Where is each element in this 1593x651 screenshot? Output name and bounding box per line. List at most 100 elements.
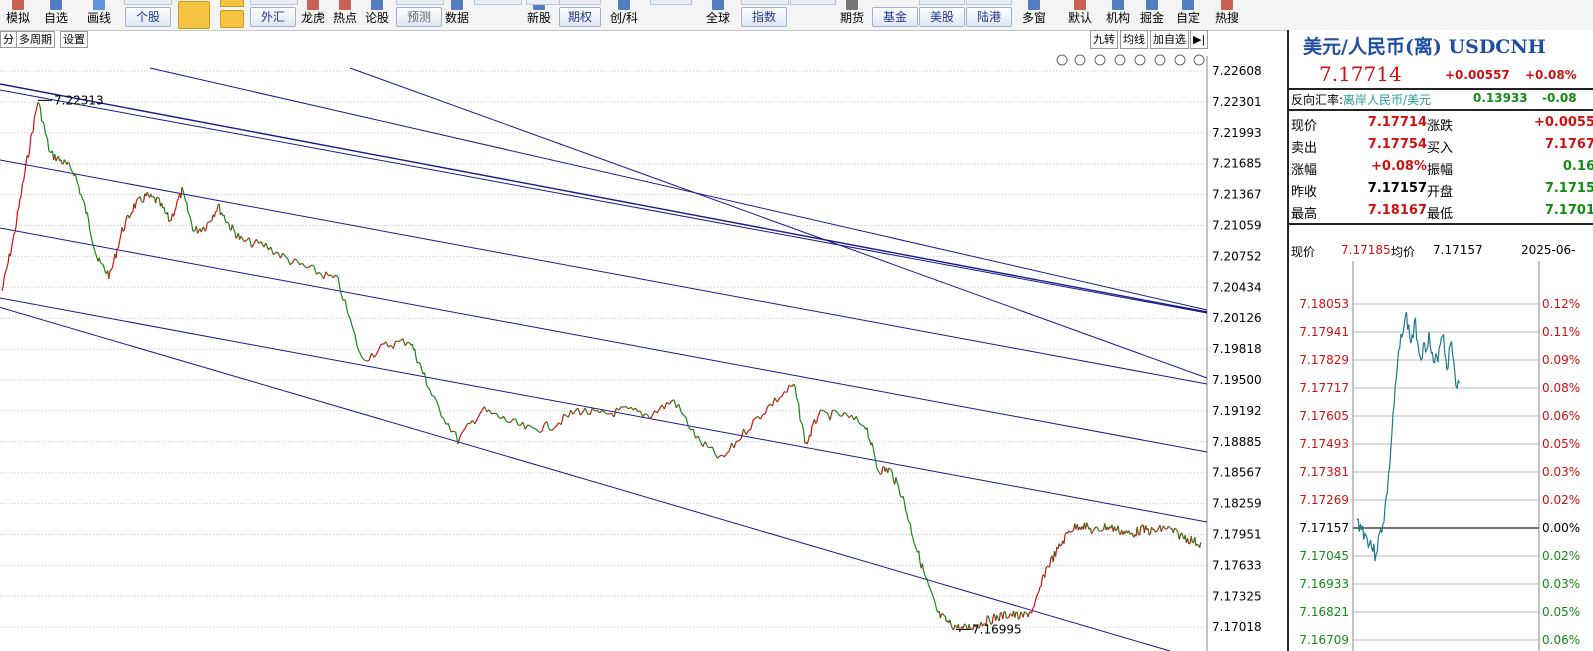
price-chart[interactable]: 7.22608 7.22301 7.21993 7.21685 7.21367 7.210… — [0, 48, 1285, 651]
intraday-mini-chart[interactable]: 7.18053 0.12% 7.17941 0.11% 7.17829 0.09% 7.17… — [1289, 261, 1593, 651]
price-tick — [642, 413, 646, 418]
toolbar-label: 热点 — [332, 11, 357, 25]
toolbar-data-button[interactable]: 数据 — [441, 0, 473, 30]
toolbar-watchlist-button[interactable]: 自选 — [40, 0, 72, 30]
price-tick — [325, 271, 329, 277]
toolbar-zhishu-button[interactable]: 指数 — [741, 7, 787, 27]
toolbar-qiquan-button[interactable]: 期权 — [559, 7, 601, 27]
toolbar-draw-line-button[interactable]: 画线 — [83, 0, 115, 30]
price-tick — [942, 613, 945, 616]
price-tick — [1059, 544, 1063, 547]
toolbar-hotspot-button[interactable]: 热点 — [329, 0, 361, 30]
reverse-rate-name[interactable]: 离岸人民币/美元 — [1343, 93, 1431, 107]
price-tick — [335, 274, 339, 278]
channel-line[interactable] — [349, 67, 1208, 379]
price-tick — [139, 196, 142, 201]
price-tick — [755, 415, 759, 419]
price-tick — [128, 215, 131, 219]
price-tick — [577, 407, 581, 416]
price-tick — [932, 596, 935, 601]
add-watchlist-button[interactable]: 加自选 — [1150, 30, 1189, 49]
price-tick — [779, 395, 783, 399]
channel-line[interactable] — [0, 278, 1171, 651]
price-tick — [17, 207, 20, 212]
back-arrow-icon[interactable] — [178, 1, 210, 29]
price-tick — [759, 414, 764, 420]
pen-icon[interactable] — [1074, 54, 1086, 66]
toolbar-futures-button[interactable]: 期货 — [836, 0, 868, 30]
price-tick — [163, 207, 166, 213]
price-tick — [135, 198, 139, 202]
price-tick — [375, 348, 380, 355]
tab-multi-period[interactable]: 多周期 — [16, 31, 55, 48]
price-tick — [921, 563, 925, 572]
price-tick — [142, 201, 144, 203]
mini-pct-label: 0.08% — [1542, 381, 1580, 395]
down-arrow-icon[interactable] — [220, 10, 244, 28]
toolbar-lugang-button[interactable]: 陆港 — [966, 7, 1012, 27]
mini-pct-label: 0.03% — [1542, 577, 1580, 591]
price-tick — [415, 357, 418, 364]
toolbar-globe-button[interactable]: 全球 — [702, 0, 734, 30]
toolbar-default-button[interactable]: 默认 — [1064, 0, 1096, 30]
toolbar-waihui-button[interactable]: 外汇 — [250, 7, 296, 27]
toolbar-gegu-button[interactable]: 个股 — [125, 7, 171, 27]
lock-icon[interactable] — [1114, 54, 1126, 66]
price-tick — [987, 616, 991, 622]
toolbar-dragon-tiger-button[interactable]: 龙虎 — [297, 0, 329, 30]
price-tick — [296, 260, 301, 265]
mini-pct-label: 0.05% — [1542, 437, 1580, 451]
chart-canvas[interactable]: 7.22608 7.22301 7.21993 7.21685 7.21367 7.210… — [0, 48, 1285, 651]
channel-line[interactable] — [0, 89, 1208, 314]
zoom-in-icon[interactable] — [1174, 54, 1186, 66]
toolbar-discussion-button[interactable]: 论股 — [361, 0, 393, 30]
price-tick — [216, 205, 219, 212]
price-tick — [223, 214, 226, 221]
toolbar-jijin-button[interactable]: 基金 — [872, 7, 918, 27]
toolbar-simulate-button[interactable]: 模拟 — [2, 0, 34, 30]
toolbar-label: 龙虎 — [300, 11, 325, 25]
price-tick — [728, 442, 733, 452]
price-tick — [233, 228, 236, 232]
price-tick — [536, 429, 541, 434]
toolbar-institution-button[interactable]: 机构 — [1102, 0, 1134, 30]
zoom-out-icon[interactable] — [1193, 54, 1205, 66]
toolbar-yuce-button[interactable]: 预测 — [396, 7, 442, 27]
price-tick — [6, 263, 9, 269]
hand-icon[interactable] — [1134, 54, 1146, 66]
up-arrow-icon[interactable] — [220, 0, 244, 7]
price-tick — [1002, 611, 1005, 619]
toolbar-gold-button[interactable]: 掘金 — [1136, 0, 1168, 30]
toolbar-label: 数据 — [444, 11, 469, 25]
price-tick — [402, 338, 406, 346]
price-tick — [998, 612, 1001, 622]
channel-line[interactable] — [0, 227, 1208, 453]
toolbar-label: 自定 — [1175, 11, 1200, 25]
price-tick — [483, 406, 488, 412]
price-tick — [1165, 528, 1168, 530]
tab-minute[interactable]: 分 — [0, 31, 17, 48]
delete-icon[interactable] — [1154, 54, 1166, 66]
settings-icon[interactable] — [1056, 54, 1068, 66]
toolbar-meigu-button[interactable]: 美股 — [919, 7, 965, 27]
channel-line[interactable] — [0, 297, 1208, 523]
toolbar-custom-button[interactable]: 自定 — [1172, 0, 1204, 30]
price-tick — [1102, 528, 1104, 531]
price-tick — [996, 615, 999, 619]
toolbar-multi-window-button[interactable]: 多窗 — [1018, 0, 1050, 30]
toolbar-star-market-button[interactable]: 创/科 — [608, 0, 640, 30]
tab-settings[interactable]: 设置 — [60, 31, 88, 48]
price-tick — [567, 410, 572, 418]
collapse-panel-button[interactable]: ▶| — [1190, 30, 1209, 49]
eye-icon[interactable] — [1094, 54, 1106, 66]
price-series — [1, 101, 1202, 633]
price-tick — [1046, 565, 1049, 568]
price-tick — [799, 419, 802, 423]
price-tick — [228, 223, 231, 230]
tab-moving-average[interactable]: 均线 — [1120, 30, 1148, 49]
price-tick — [435, 400, 440, 408]
toolbar-hot-search-button[interactable]: 热搜 — [1211, 0, 1243, 30]
channel-line[interactable] — [149, 67, 1208, 311]
tab-nine-turn[interactable]: 九转 — [1090, 30, 1118, 49]
watchlist-icon — [45, 0, 67, 11]
